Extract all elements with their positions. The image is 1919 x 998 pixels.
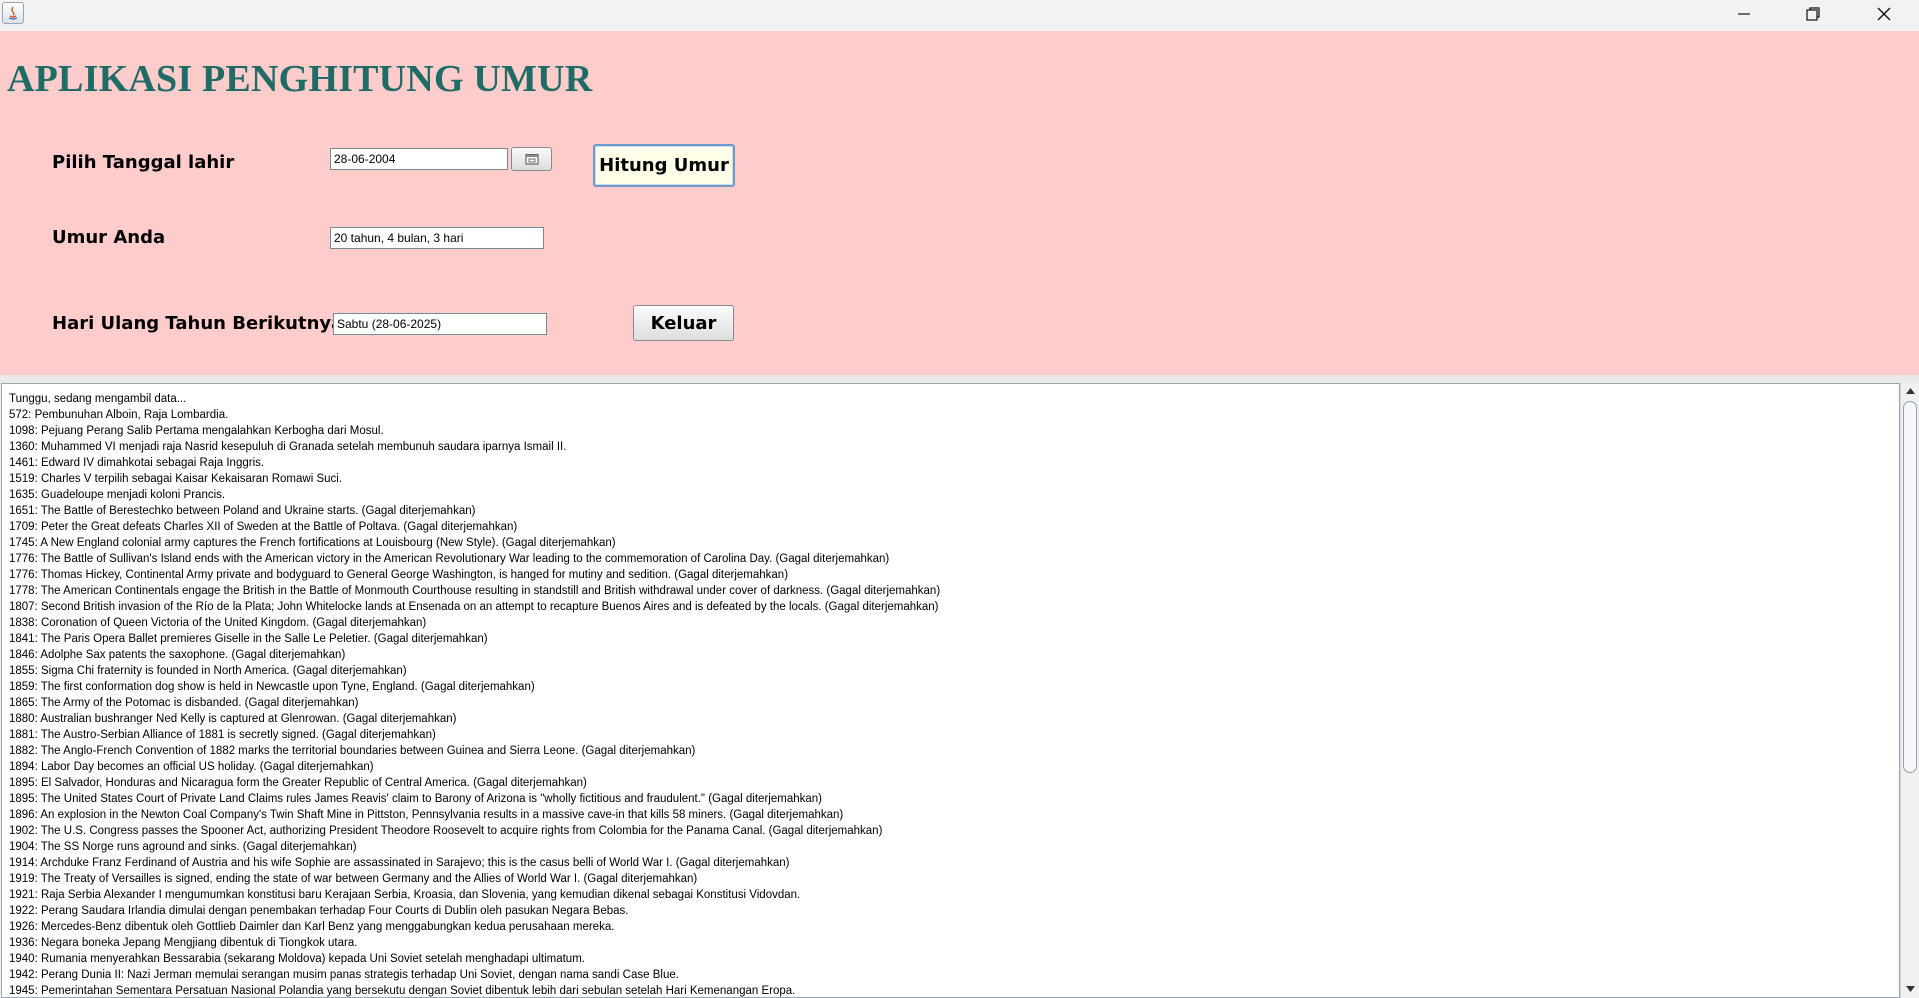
scrollbar-thumb[interactable]: [1903, 401, 1917, 773]
history-line: 1904: The SS Norge runs aground and sink…: [9, 841, 357, 853]
age-field[interactable]: 20 tahun, 4 bulan, 3 hari: [330, 227, 544, 249]
history-line: 1914: Archduke Franz Ferdinand of Austri…: [9, 857, 790, 869]
history-lines: Tunggu, sedang mengambil data... 572: Pem…: [9, 391, 941, 997]
history-line: 1894: Labor Day becomes an official US h…: [9, 761, 374, 773]
restore-button[interactable]: [1778, 0, 1848, 28]
vertical-scrollbar[interactable]: [1900, 383, 1918, 998]
calendar-button[interactable]: [511, 147, 552, 171]
history-line: 1855: Sigma Chi fraternity is founded in…: [9, 665, 407, 677]
calendar-icon: [525, 154, 538, 165]
page-title: APLIKASI PENGHITUNG UMUR: [7, 58, 593, 100]
minimize-icon: [1738, 13, 1750, 15]
java-icon[interactable]: [2, 2, 24, 24]
history-line: 1859: The first conformation dog show is…: [9, 681, 535, 693]
history-line: 1882: The Anglo-French Convention of 188…: [9, 745, 696, 757]
close-icon: [1877, 7, 1891, 21]
scroll-up-arrow-icon[interactable]: [1903, 384, 1917, 398]
history-line: 1880: Australian bushranger Ned Kelly is…: [9, 713, 457, 725]
history-line: 1807: Second British invasion of the Río…: [9, 601, 939, 613]
history-line: 1881: The Austro-Serbian Alliance of 188…: [9, 729, 436, 741]
history-line: 1651: The Battle of Berestechko between …: [9, 505, 476, 517]
history-line: 1745: A New England colonial army captur…: [9, 537, 616, 549]
birth-date-label: Pilih Tanggal lahir: [52, 152, 235, 173]
history-text-area[interactable]: Tunggu, sedang mengambil data... 572: Pem…: [1, 383, 1900, 998]
next-birthday-label: Hari Ulang Tahun Berikutnya: [52, 313, 344, 334]
next-birthday-field[interactable]: Sabtu (28-06-2025): [333, 313, 547, 335]
hitung-umur-button[interactable]: Hitung Umur: [593, 144, 735, 187]
history-line: 1360: Muhammed VI menjadi raja Nasrid ke…: [9, 441, 567, 453]
history-line: 1896: An explosion in the Newton Coal Co…: [9, 809, 844, 821]
history-line: 1461: Edward IV dimahkotai sebagai Raja …: [9, 457, 265, 469]
history-line: 1841: The Paris Opera Ballet premieres G…: [9, 633, 488, 645]
history-line: 1776: Thomas Hickey, Continental Army pr…: [9, 569, 789, 581]
history-line: 1846: Adolphe Sax patents the saxophone.…: [9, 649, 346, 661]
history-line: 1940: Rumania menyerahkan Bessarabia (se…: [9, 953, 585, 965]
history-line: 1926: Mercedes-Benz dibentuk oleh Gottli…: [9, 921, 615, 933]
history-line: 1838: Coronation of Queen Victoria of th…: [9, 617, 427, 629]
history-line: 1519: Charles V terpilih sebagai Kaisar …: [9, 473, 343, 485]
birth-date-field[interactable]: 28-06-2004: [330, 148, 508, 170]
history-line: 1895: El Salvador, Honduras and Nicaragu…: [9, 777, 587, 789]
history-line: 1902: The U.S. Congress passes the Spoon…: [9, 825, 883, 837]
history-line: 1922: Perang Saudara Irlandia dimulai de…: [9, 905, 629, 917]
scroll-down-arrow-icon[interactable]: [1903, 982, 1917, 996]
history-line: 1921: Raja Serbia Alexander I mengumumka…: [9, 889, 801, 901]
history-line: 1098: Pejuang Perang Salib Pertama menga…: [9, 425, 384, 437]
history-line: 572: Pembunuhan Alboin, Raja Lombardia.: [9, 409, 229, 421]
keluar-button[interactable]: Keluar: [633, 305, 734, 341]
history-line: 1919: The Treaty of Versailles is signed…: [9, 873, 698, 885]
history-line: 1776: The Battle of Sullivan's Island en…: [9, 553, 890, 565]
history-line: 1709: Peter the Great defeats Charles XI…: [9, 521, 518, 533]
history-line: 1942: Perang Dunia II: Nazi Jerman memul…: [9, 969, 679, 981]
restore-icon: [1806, 7, 1820, 21]
history-line: 1635: Guadeloupe menjadi koloni Prancis.: [9, 489, 226, 501]
history-line: 1865: The Army of the Potomac is disband…: [9, 697, 359, 709]
history-line: 1945: Pemerintahan Sementara Persatuan N…: [9, 985, 796, 997]
minimize-button[interactable]: [1709, 0, 1779, 28]
history-line: 1778: The American Continentals engage t…: [9, 585, 941, 597]
close-button[interactable]: [1849, 0, 1919, 28]
panel-divider: [0, 375, 1919, 383]
age-label: Umur Anda: [52, 227, 166, 248]
form-panel: APLIKASI PENGHITUNG UMUR Pilih Tanggal l…: [0, 31, 1919, 375]
history-line: 1936: Negara boneka Jepang Mengjiang dib…: [9, 937, 358, 949]
window-title-bar: [0, 0, 1919, 31]
history-line: 1895: The United States Court of Private…: [9, 793, 822, 805]
history-line: Tunggu, sedang mengambil data...: [9, 393, 187, 405]
